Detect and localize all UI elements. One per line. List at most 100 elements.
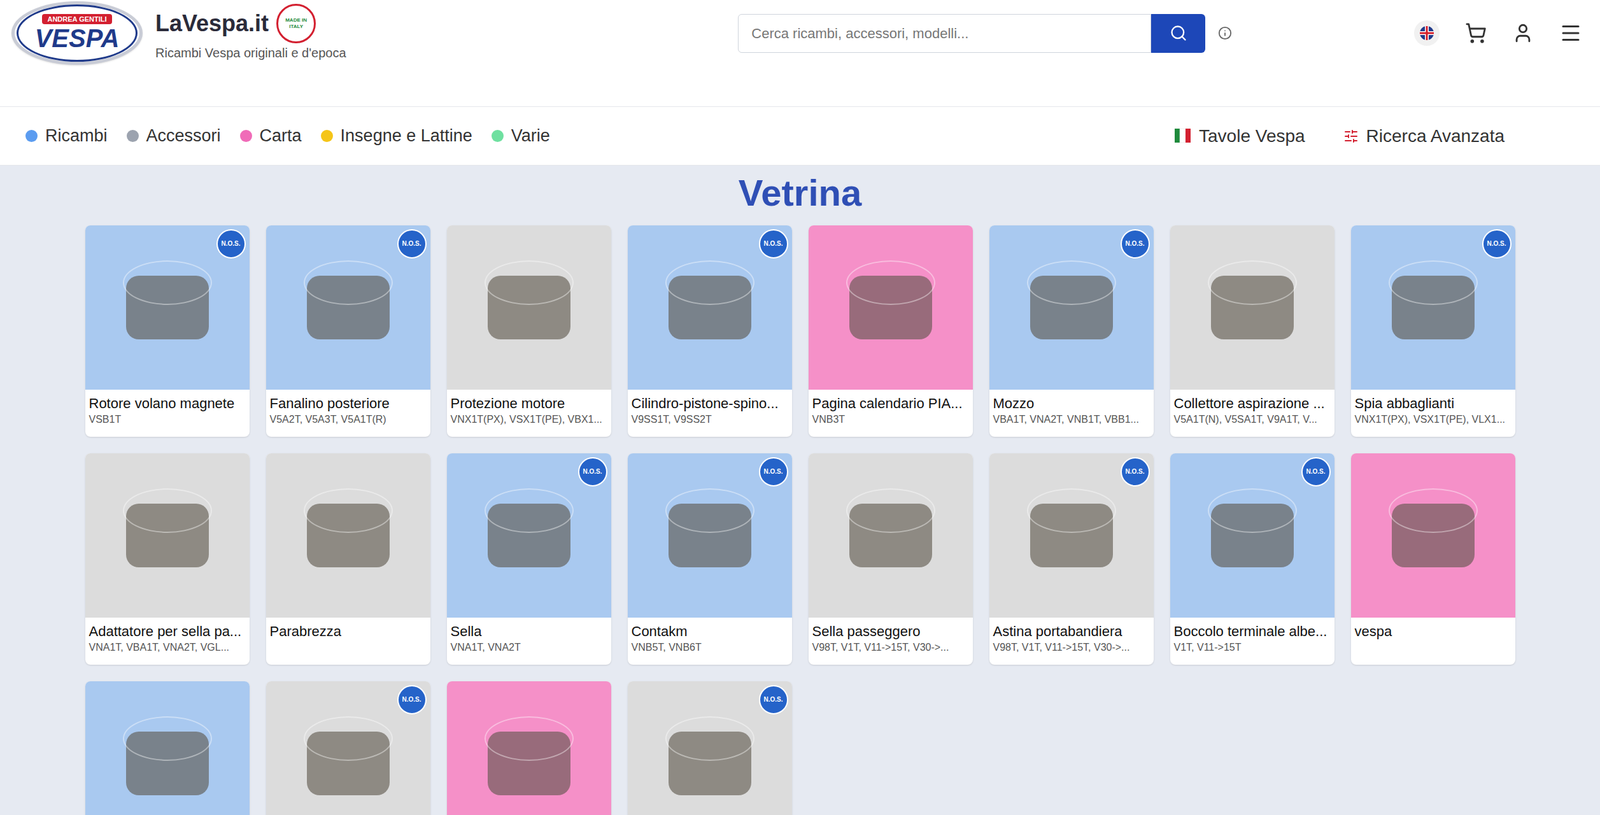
product-info: Collettore aspirazione ...V5A1T(N), V5SA… bbox=[1170, 389, 1335, 437]
italy-flag-icon bbox=[1174, 127, 1192, 146]
uk-flag-icon bbox=[1419, 26, 1434, 41]
category-link[interactable]: Accessori bbox=[126, 122, 221, 149]
product-models: V5A1T(N), V5SA1T, V9A1T, V... bbox=[1174, 412, 1331, 427]
product-card[interactable]: Parabrezza bbox=[266, 453, 431, 665]
category-dot bbox=[126, 129, 139, 142]
product-card[interactable]: Pagina calendario PIA...VNB3T bbox=[808, 225, 973, 437]
product-card[interactable]: N.O.S.Astina portabandieraV98T, V1T, V11… bbox=[989, 453, 1154, 665]
tagline: Ricambi Vespa originali e d'epoca bbox=[155, 43, 347, 63]
watermark-icon bbox=[1026, 260, 1117, 305]
cart-icon[interactable] bbox=[1465, 22, 1487, 44]
product-models: V98T, V1T, V11->15T, V30->... bbox=[812, 640, 970, 655]
product-image: N.O.S. bbox=[627, 453, 793, 618]
menu-icon[interactable] bbox=[1559, 21, 1583, 45]
category-dot bbox=[25, 129, 38, 142]
product-card[interactable]: Protezione motoreVNX1T(PX), VSX1T(PE), V… bbox=[446, 225, 612, 437]
product-card[interactable]: Sella passeggeroV98T, V1T, V11->15T, V30… bbox=[808, 453, 973, 665]
page: ANDREA GENTILIVESPALaVespa.itMADE IN ITA… bbox=[0, 0, 1600, 815]
product-card[interactable]: vespa bbox=[1351, 453, 1516, 665]
product-title: Sella bbox=[450, 622, 608, 641]
product-image bbox=[85, 453, 250, 618]
nos-badge: N.O.S. bbox=[1120, 229, 1150, 259]
watermark-icon bbox=[1207, 488, 1297, 533]
product-models: VNA1T, VBA1T, VNA2T, VGL... bbox=[89, 640, 246, 655]
product-models: V5A2T, V5A3T, V5A1T(R) bbox=[269, 412, 427, 427]
product-card[interactable] bbox=[85, 681, 250, 815]
info-icon[interactable] bbox=[1217, 26, 1232, 41]
nos-badge: N.O.S. bbox=[578, 457, 608, 487]
product-title: Parabrezza bbox=[269, 622, 427, 641]
product-info: SellaVNA1T, VNA2T bbox=[446, 617, 612, 665]
product-photo bbox=[306, 731, 390, 796]
product-title: Protezione motore bbox=[450, 394, 608, 413]
product-title: Sella passeggero bbox=[812, 622, 970, 641]
nos-badge: N.O.S. bbox=[216, 229, 246, 259]
product-info: Spia abbagliantiVNX1T(PX), VSX1T(PE), VL… bbox=[1351, 389, 1516, 437]
logo[interactable]: ANDREA GENTILIVESPA bbox=[11, 1, 143, 65]
product-photo bbox=[487, 503, 571, 568]
product-image: N.O.S. bbox=[627, 681, 793, 815]
product-card[interactable]: N.O.S. Spia abbagliantiVNX1T(PX), VSX1T(P… bbox=[1351, 225, 1516, 437]
category-link[interactable]: Insegne e Lattine bbox=[320, 122, 473, 149]
product-card[interactable]: N.O.S.Cilindro-pistone-spino...V9SS1T, V… bbox=[627, 225, 793, 437]
product-photo bbox=[1030, 503, 1113, 568]
category-dot bbox=[491, 129, 504, 142]
product-image: N.O.S. bbox=[1170, 453, 1335, 618]
product-card[interactable]: N.O.S. SellaVNA1T, VNA2T bbox=[446, 453, 612, 665]
nav-link[interactable]: Ricerca Avanzata bbox=[1343, 122, 1505, 150]
sliders-icon bbox=[1343, 128, 1359, 144]
section-title: Vetrina bbox=[0, 170, 1600, 216]
product-info: Protezione motoreVNX1T(PX), VSX1T(PE), V… bbox=[446, 389, 612, 437]
product-photo bbox=[1210, 275, 1294, 340]
product-card[interactable]: N.O.S.MozzoVBA1T, VNA2T, VNB1T, VBB1... bbox=[989, 225, 1154, 437]
product-card[interactable]: N.O.S.Fanalino posterioreV5A2T, V5A3T, V… bbox=[266, 225, 431, 437]
watermark-icon bbox=[665, 716, 755, 761]
header: ANDREA GENTILIVESPALaVespa.itMADE IN ITA… bbox=[0, 0, 1600, 107]
product-card[interactable]: N.O.S. Rotore volano magneteVSB1T bbox=[85, 225, 250, 437]
product-image: N.O.S. bbox=[989, 225, 1154, 390]
watermark-icon bbox=[1388, 488, 1478, 533]
product-info: Cilindro-pistone-spino...V9SS1T, V9SS2T bbox=[627, 389, 793, 437]
category-link[interactable]: Varie bbox=[491, 122, 551, 149]
language-button[interactable] bbox=[1414, 20, 1440, 46]
product-photo bbox=[126, 275, 209, 340]
category-link[interactable]: Ricambi bbox=[25, 122, 108, 149]
product-info: Adattatore per sella pa...VNA1T, VBA1T, … bbox=[85, 617, 250, 665]
product-image: N.O.S. bbox=[266, 225, 431, 390]
watermark-icon bbox=[303, 716, 393, 761]
product-image: N.O.S. bbox=[627, 225, 793, 390]
product-info: Pagina calendario PIA...VNB3T bbox=[808, 389, 973, 437]
watermark-icon bbox=[665, 260, 755, 305]
product-card[interactable]: Collettore aspirazione ...V5A1T(N), V5SA… bbox=[1170, 225, 1335, 437]
product-card[interactable]: N.O.S. bbox=[266, 681, 431, 815]
product-card[interactable] bbox=[446, 681, 612, 815]
product-models: VSB1T bbox=[89, 412, 246, 427]
product-title: Rotore volano magnete bbox=[89, 394, 246, 413]
product-title: Boccolo terminale albe... bbox=[1174, 622, 1331, 641]
product-photo bbox=[487, 275, 571, 340]
category-link[interactable]: Carta bbox=[240, 122, 302, 149]
product-image: N.O.S. bbox=[989, 453, 1154, 618]
product-photo bbox=[668, 731, 752, 796]
nos-badge: N.O.S. bbox=[1301, 457, 1331, 487]
product-photo bbox=[1210, 503, 1294, 568]
watermark-icon bbox=[484, 716, 574, 761]
nos-badge: N.O.S. bbox=[1482, 229, 1512, 259]
product-card[interactable]: Adattatore per sella pa...VNA1T, VBA1T, … bbox=[85, 453, 250, 665]
user-icon[interactable] bbox=[1512, 22, 1534, 44]
search-button[interactable] bbox=[1151, 14, 1206, 53]
product-image: N.O.S. bbox=[266, 681, 431, 815]
product-info: Astina portabandieraV98T, V1T, V11->15T,… bbox=[989, 617, 1154, 665]
product-title: Mozzo bbox=[993, 394, 1150, 413]
product-card[interactable]: N.O.S. bbox=[627, 681, 793, 815]
showcase: VetrinaN.O.S.Rotore volano magneteVSB1TN… bbox=[0, 165, 1600, 815]
product-photo bbox=[668, 503, 752, 568]
search-icon bbox=[1169, 24, 1188, 43]
product-models: VNA1T, VNA2T bbox=[450, 640, 608, 655]
product-card[interactable]: N.O.S.Boccolo terminale albe...V1T, V11-… bbox=[1170, 453, 1335, 665]
nav-link[interactable]: Tavole Vespa bbox=[1174, 122, 1306, 150]
search-input[interactable]: Cerca ricambi, accessori, modelli... bbox=[737, 14, 1152, 53]
product-info: Rotore volano magneteVSB1T bbox=[85, 389, 250, 437]
product-card[interactable]: N.O.S.ContakmVNB5T, VNB6T bbox=[627, 453, 793, 665]
watermark-icon bbox=[303, 488, 393, 533]
